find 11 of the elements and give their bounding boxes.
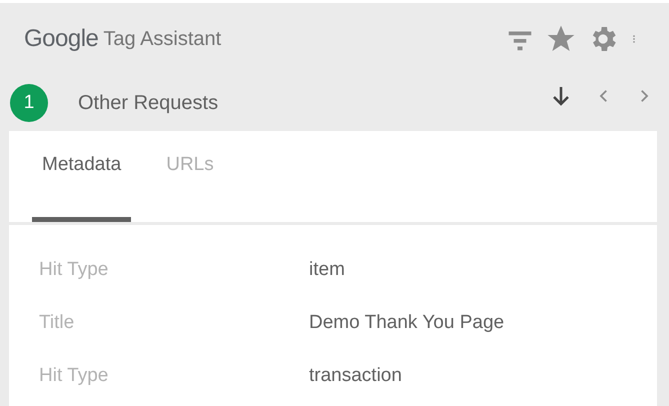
field-value: transaction — [309, 364, 402, 386]
tab[interactable]: Metadata — [32, 131, 132, 222]
field-value: Demo Thank You Page — [309, 312, 504, 334]
field-label: Title — [39, 312, 76, 334]
app-title: Tag Assistant — [103, 28, 222, 50]
field-value: item — [309, 258, 345, 280]
field-label: Hit Type — [39, 364, 110, 386]
request-title: Other Requests — [78, 92, 218, 114]
field-label: Hit Type — [39, 258, 110, 280]
count-badge: 1 — [10, 84, 48, 122]
brand-logo: Google — [24, 25, 98, 53]
